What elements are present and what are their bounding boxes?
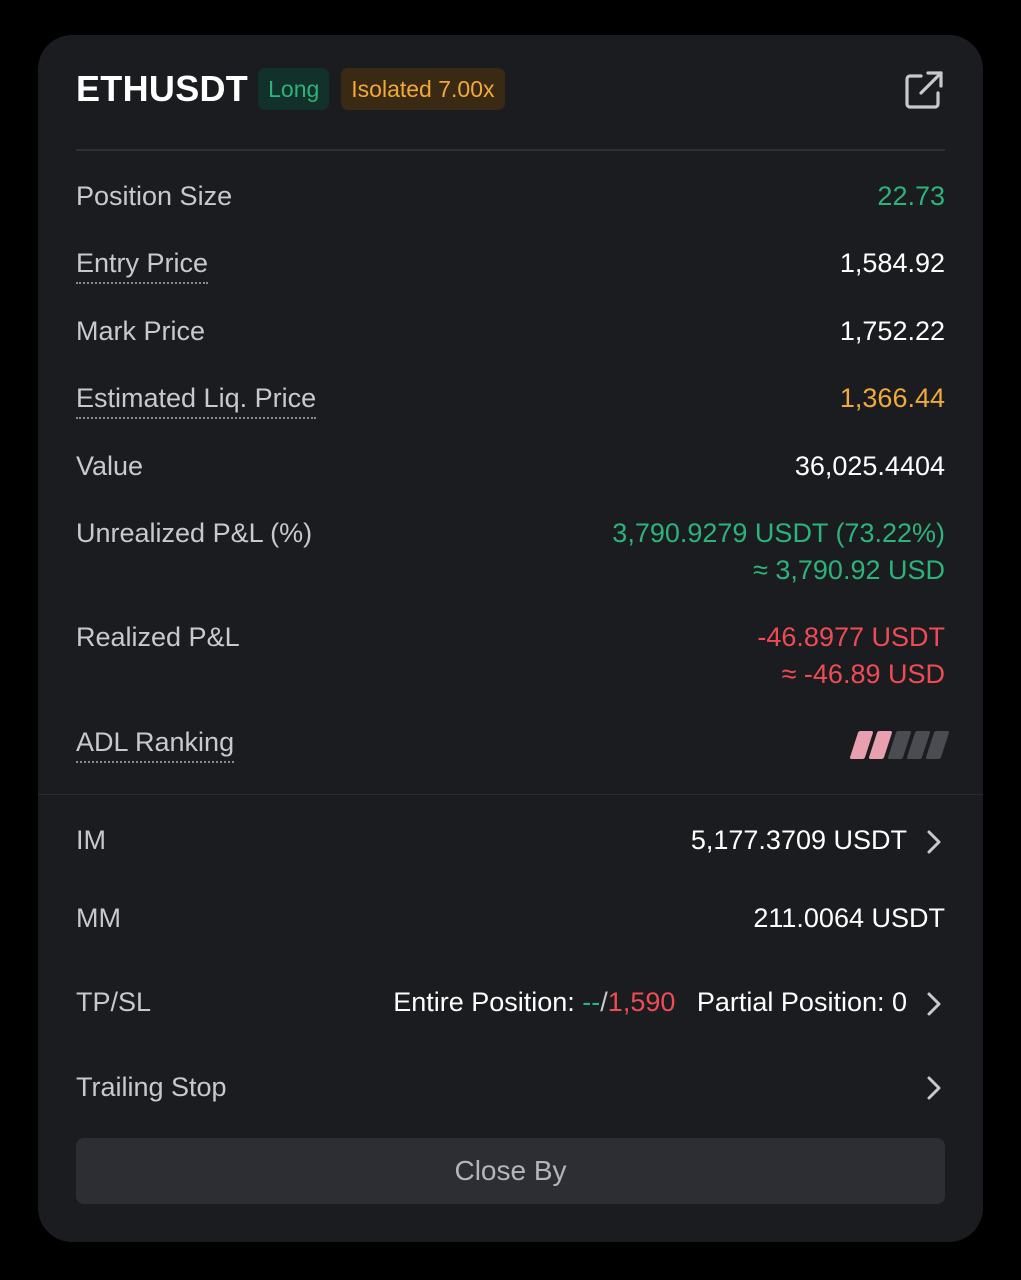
header-divider	[76, 149, 945, 151]
entry-price-label[interactable]: Entry Price	[76, 248, 209, 284]
row-mm: MM 211.0064 USDT	[76, 903, 945, 934]
row-realized-pnl: Realized P&L -46.8977 USDT ≈ -46.89 USD	[76, 622, 945, 690]
mark-price-label: Mark Price	[76, 316, 206, 346]
position-header: ETHUSDT Long Isolated 7.00x	[76, 65, 945, 113]
entry-price-value: 1,584.92	[839, 248, 945, 278]
unrealized-pnl-label: Unrealized P&L (%)	[76, 518, 313, 548]
realized-pnl-usdt: -46.8977 USDT	[757, 622, 945, 652]
chevron-right-icon[interactable]	[923, 827, 945, 857]
row-entry-price: Entry Price 1,584.92	[76, 248, 945, 284]
chevron-right-icon[interactable]	[923, 1073, 945, 1103]
adl-ranking-label[interactable]: ADL Ranking	[76, 727, 235, 763]
im-label: IM	[76, 825, 106, 856]
unrealized-pnl-usdt: 3,790.9279 USDT (73.22%)	[612, 518, 945, 548]
row-im[interactable]: IM 5,177.3709 USDT	[76, 825, 945, 857]
mm-label: MM	[76, 903, 121, 933]
trailing-stop-label: Trailing Stop	[76, 1072, 227, 1102]
unrealized-pnl-usd: ≈ 3,790.92 USD	[753, 555, 945, 585]
row-position-size: Position Size 22.73	[76, 181, 945, 212]
tpsl-label: TP/SL	[76, 987, 152, 1018]
value-value: 36,025.4404	[794, 451, 945, 481]
mm-value: 211.0064 USDT	[753, 903, 945, 933]
liq-price-value: 1,366.44	[839, 383, 945, 413]
row-adl-ranking: ADL Ranking	[76, 727, 950, 763]
row-unrealized-pnl: Unrealized P&L (%) 3,790.9279 USDT (73.2…	[76, 518, 945, 586]
position-card: ETHUSDT Long Isolated 7.00x Position Siz…	[38, 35, 983, 1242]
row-tpsl[interactable]: TP/SL Entire Position: --/1,590 Partial …	[76, 987, 945, 1019]
tpsl-separator: /	[600, 987, 608, 1017]
realized-pnl-values: -46.8977 USDT ≈ -46.89 USD	[757, 622, 945, 690]
section-divider	[38, 794, 983, 795]
tpsl-take-profit: --	[582, 987, 601, 1017]
unrealized-pnl-values: 3,790.9279 USDT (73.22%) ≈ 3,790.92 USD	[612, 518, 945, 586]
im-value: 5,177.3709 USDT	[690, 825, 907, 855]
realized-pnl-label: Realized P&L	[76, 622, 240, 652]
realized-pnl-usd: ≈ -46.89 USD	[781, 659, 945, 689]
chevron-right-icon[interactable]	[923, 989, 945, 1019]
row-trailing-stop[interactable]: Trailing Stop	[76, 1072, 945, 1103]
tpsl-partial: Partial Position: 0	[696, 987, 907, 1017]
share-external-icon[interactable]	[903, 69, 945, 111]
value-label: Value	[76, 451, 144, 481]
liq-price-label[interactable]: Estimated Liq. Price	[76, 383, 317, 419]
row-value: Value 36,025.4404	[76, 451, 945, 482]
position-size-value: 22.73	[877, 181, 945, 211]
position-size-label: Position Size	[76, 181, 233, 211]
row-mark-price: Mark Price 1,752.22	[76, 316, 945, 347]
mark-price-value: 1,752.22	[839, 316, 945, 346]
adl-ranking-indicator	[849, 731, 950, 759]
tpsl-stop-loss: 1,590	[607, 987, 676, 1017]
symbol-title: ETHUSDT	[76, 68, 249, 109]
im-value-group[interactable]: 5,177.3709 USDT	[691, 825, 945, 857]
tpsl-value-group[interactable]: Entire Position: --/1,590 Partial Positi…	[393, 987, 945, 1019]
row-liq-price: Estimated Liq. Price 1,366.44	[76, 383, 945, 419]
margin-mode-badge[interactable]: Isolated 7.00x	[341, 68, 505, 110]
side-badge: Long	[258, 68, 330, 110]
tpsl-entire-prefix: Entire Position:	[393, 987, 575, 1017]
close-by-button[interactable]: Close By	[76, 1138, 945, 1204]
